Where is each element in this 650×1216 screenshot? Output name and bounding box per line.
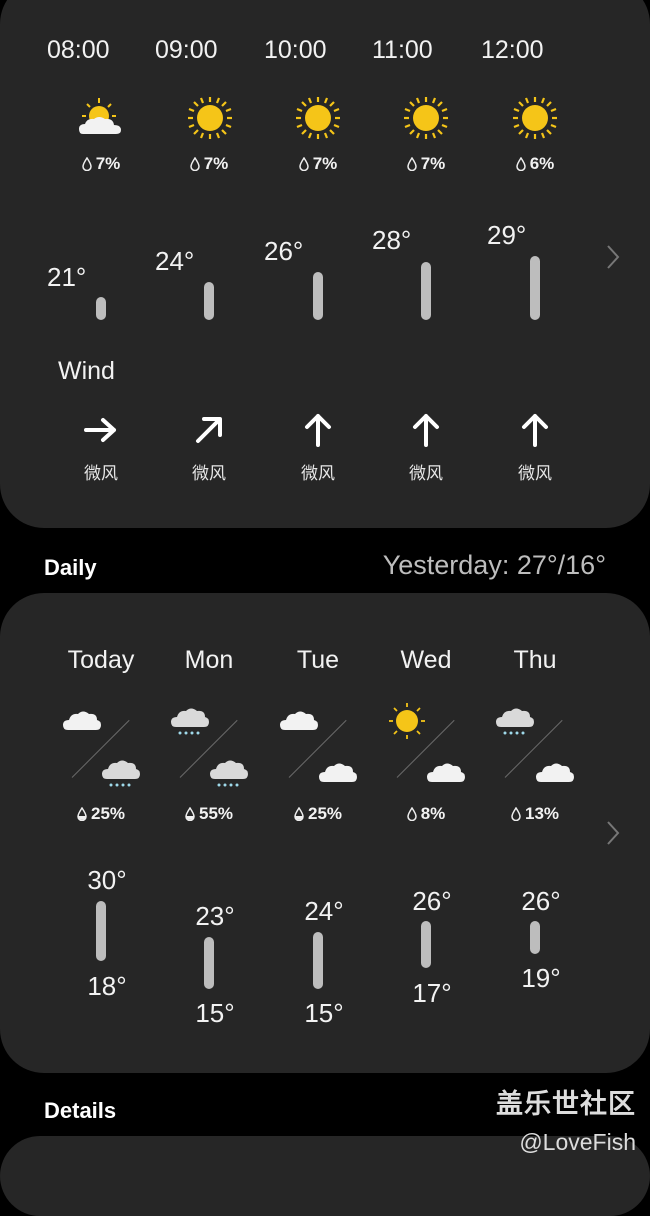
precip-chance: 25% (264, 804, 372, 824)
sun-icon (188, 97, 232, 139)
wind-label: 微风 (84, 464, 118, 483)
temp-range-bar (313, 932, 323, 989)
temp-range-bar (204, 937, 214, 989)
precip-value: 7% (312, 154, 338, 173)
wind-arrow-up-icon (413, 414, 439, 447)
wind-label: 微风 (301, 464, 335, 483)
precip-value: 55% (198, 804, 234, 823)
watermark-line1: 盖乐世社区 (496, 1089, 636, 1119)
precip-chance: 6% (481, 154, 589, 174)
precip-value: 7% (203, 154, 229, 173)
low-temp: 19° (521, 963, 561, 993)
high-temp: 23° (195, 901, 235, 931)
hour-temp: 24° (155, 246, 195, 276)
chevron-right-icon[interactable] (605, 244, 621, 270)
day-name: Mon (184, 646, 234, 674)
hour-time: 11:00 (372, 36, 433, 64)
cloud-icon (63, 711, 101, 730)
rain-cloud-icon (210, 760, 248, 787)
sun-icon (404, 97, 448, 139)
precip-value: 7% (420, 154, 446, 173)
drop-icon (81, 157, 92, 171)
watermark: 盖乐世社区 @LoveFish (496, 1082, 636, 1156)
chevron-right-icon[interactable] (605, 820, 621, 846)
temp-bar (204, 282, 214, 320)
precip-chance: 55% (155, 804, 263, 824)
hour-time: 12:00 (481, 36, 544, 64)
drop-half-icon (294, 807, 304, 821)
cloud-icon (427, 763, 465, 782)
precip-value: 7% (95, 154, 121, 173)
rain-cloud-icon (496, 708, 534, 735)
precip-chance: 13% (481, 804, 589, 824)
sun-icon (389, 703, 425, 739)
daily-section-title: Daily (44, 555, 97, 580)
partly-sunny-icon (79, 98, 121, 134)
hour-time: 10:00 (264, 36, 327, 64)
temp-range-bar (530, 921, 540, 954)
yesterday-temps: Yesterday: 27°/16° (382, 550, 606, 580)
sun-icon (296, 97, 340, 139)
hour-temp: 26° (264, 236, 304, 266)
wind-arrow-up-icon (305, 414, 331, 447)
hour-time: 09:00 (155, 36, 218, 64)
drop-half-icon (185, 807, 195, 821)
high-temp: 30° (87, 865, 127, 895)
hour-temp: 29° (487, 220, 527, 250)
temp-bar (530, 256, 540, 320)
temp-bar (421, 262, 431, 320)
wind-label: 微风 (518, 464, 552, 483)
high-temp: 26° (521, 886, 561, 916)
wind-arrow-right-icon (84, 418, 116, 442)
precip-value: 25% (90, 804, 126, 823)
sun-icon (513, 97, 557, 139)
drop-icon (511, 807, 521, 821)
precip-chance: 8% (372, 804, 480, 824)
rain-cloud-icon (102, 760, 140, 787)
cloud-icon (280, 711, 318, 730)
temp-range-bar (421, 921, 431, 968)
temp-bar (96, 297, 106, 320)
details-section-title: Details (44, 1098, 117, 1123)
wind-arrow-up-right-icon (196, 417, 222, 443)
cloud-icon (319, 763, 357, 782)
wind-arrow-up-icon (522, 414, 548, 447)
precip-chance: 7% (372, 154, 480, 174)
hour-temp: 28° (372, 225, 412, 255)
day-name: Tue (296, 646, 340, 674)
drop-icon (189, 157, 200, 171)
temp-range-bar (96, 901, 106, 961)
day-name: Thu (513, 646, 557, 674)
hour-time: 08:00 (47, 36, 110, 64)
low-temp: 15° (195, 998, 235, 1028)
drop-half-icon (77, 807, 87, 821)
drop-icon (406, 157, 417, 171)
wind-label: 微风 (409, 464, 443, 483)
precip-chance: 7% (264, 154, 372, 174)
day-name: Today (67, 646, 135, 674)
high-temp: 26° (412, 886, 452, 916)
low-temp: 18° (87, 971, 127, 1001)
precip-value: 25% (307, 804, 343, 823)
drop-icon (406, 807, 417, 821)
wind-label: 微风 (192, 464, 226, 483)
precip-value: 8% (420, 804, 446, 823)
temp-bar (313, 272, 323, 320)
cloud-icon (536, 763, 574, 782)
hour-temp: 21° (47, 262, 87, 292)
drop-icon (298, 157, 309, 171)
precip-value: 6% (529, 154, 555, 173)
day-name: Wed (400, 646, 452, 674)
high-temp: 24° (304, 896, 344, 926)
precip-chance: 7% (155, 154, 263, 174)
rain-cloud-icon (171, 708, 209, 735)
low-temp: 17° (412, 978, 452, 1008)
low-temp: 15° (304, 998, 344, 1028)
precip-value: 13% (524, 804, 560, 823)
wind-section-title: Wind (58, 357, 115, 385)
drop-icon (515, 157, 526, 171)
precip-chance: 7% (47, 154, 155, 174)
precip-chance: 25% (47, 804, 155, 824)
watermark-line2: @LoveFish (519, 1129, 636, 1155)
